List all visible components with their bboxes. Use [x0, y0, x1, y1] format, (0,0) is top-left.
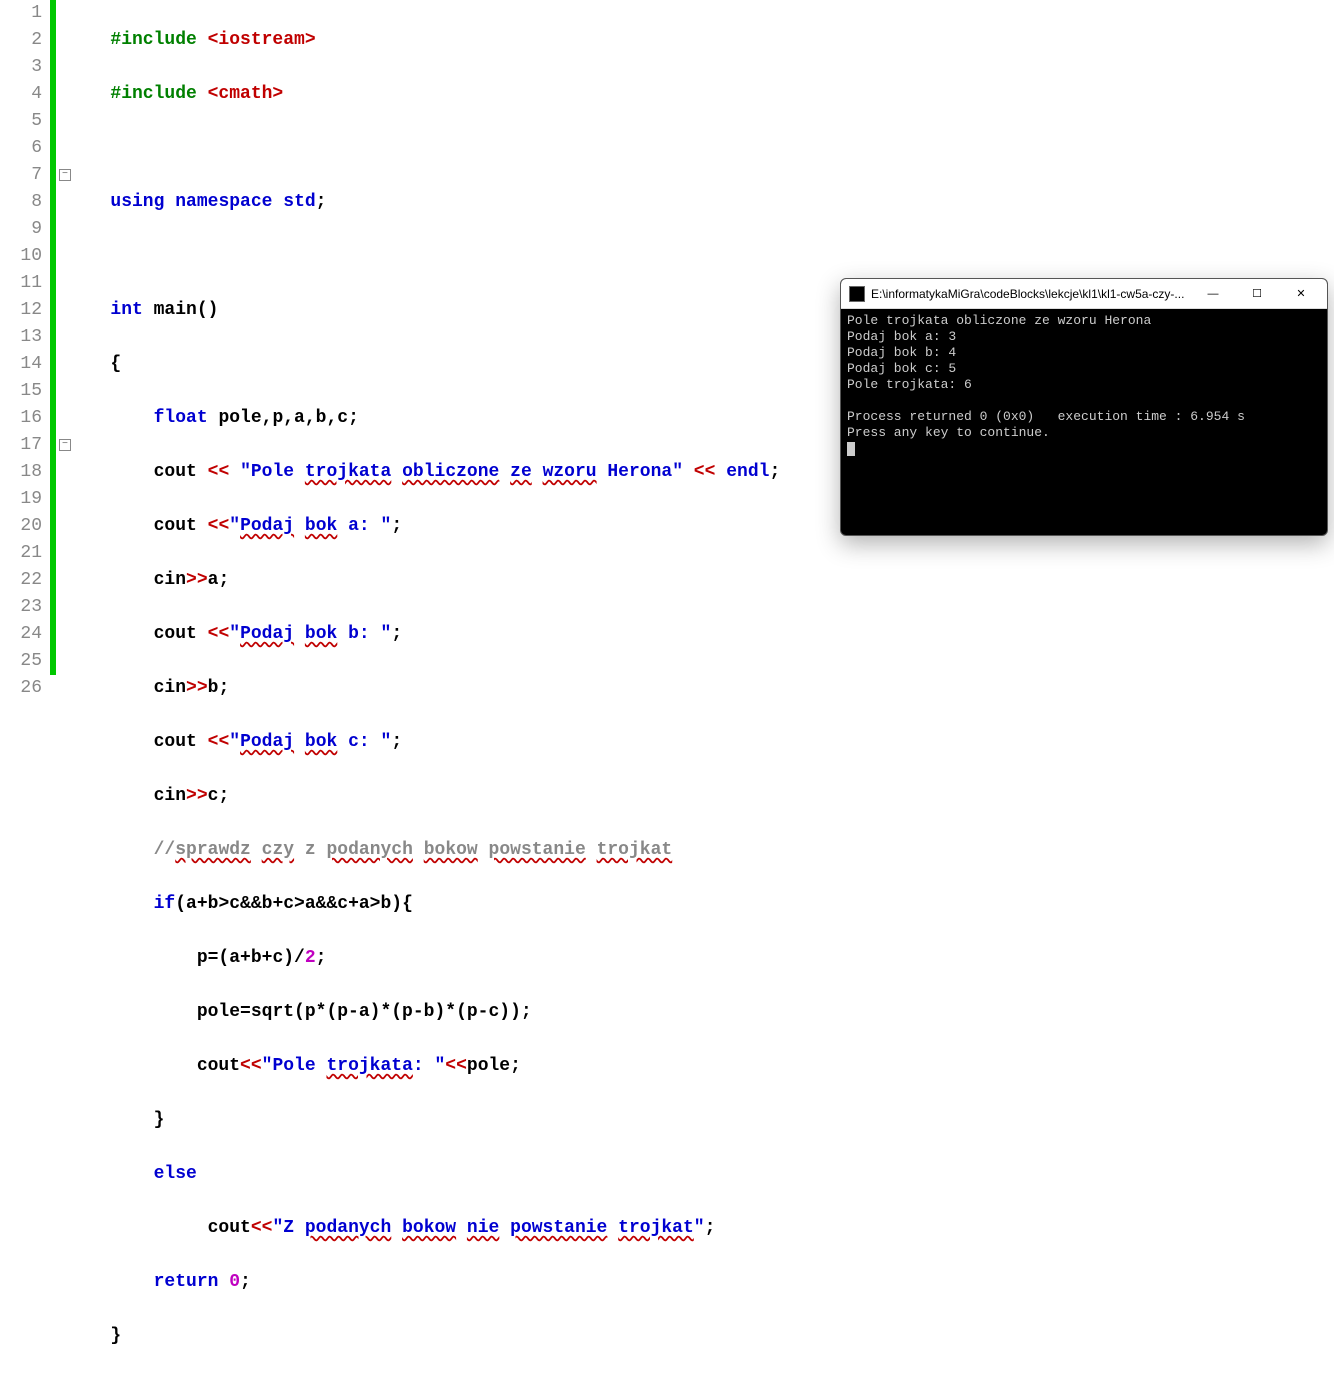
kw-using: using [110, 192, 164, 212]
console-output: Pole trojkata obliczone ze wzoru Herona … [841, 309, 1327, 461]
line-number: 13 [0, 324, 42, 351]
kw-float: float [154, 408, 208, 428]
line-number: 4 [0, 81, 42, 108]
line-number: 21 [0, 540, 42, 567]
line-number: 22 [0, 567, 42, 594]
line-number: 2 [0, 27, 42, 54]
maximize-button[interactable]: ☐ [1235, 280, 1279, 308]
line-number: 5 [0, 108, 42, 135]
line-number-gutter: 1234567891011121314151617181920212223242… [0, 0, 50, 696]
console-cursor [847, 442, 855, 456]
line-number: 8 [0, 189, 42, 216]
fold-column: −− [56, 0, 78, 696]
line-number: 10 [0, 243, 42, 270]
line-number: 14 [0, 351, 42, 378]
console-title: E:\informatykaMiGra\codeBlocks\lekcje\kl… [871, 287, 1191, 301]
kw-int: int [110, 300, 142, 320]
fold-toggle[interactable]: − [59, 169, 71, 181]
line-number: 16 [0, 405, 42, 432]
brace-open: { [110, 354, 121, 374]
close-button[interactable]: ✕ [1279, 280, 1323, 308]
line-number: 11 [0, 270, 42, 297]
line-number: 1 [0, 0, 42, 27]
preproc: #include [110, 84, 207, 104]
line-number: 20 [0, 513, 42, 540]
header: <iostream> [208, 30, 316, 50]
line-number: 17 [0, 432, 42, 459]
line-number: 6 [0, 135, 42, 162]
line-number: 3 [0, 54, 42, 81]
line-number: 7 [0, 162, 42, 189]
line-number: 26 [0, 675, 42, 702]
kw-namespace: namespace [175, 192, 272, 212]
console-icon [849, 286, 865, 302]
line-number: 9 [0, 216, 42, 243]
line-number: 23 [0, 594, 42, 621]
console-window[interactable]: E:\informatykaMiGra\codeBlocks\lekcje\kl… [840, 278, 1328, 536]
line-number: 15 [0, 378, 42, 405]
line-number: 25 [0, 648, 42, 675]
line-number: 12 [0, 297, 42, 324]
line-number: 19 [0, 486, 42, 513]
preproc: #include [110, 30, 207, 50]
fn-main: main [143, 300, 197, 320]
line-number: 24 [0, 621, 42, 648]
header: <cmath> [208, 84, 284, 104]
minimize-button[interactable]: — [1191, 280, 1235, 308]
console-titlebar[interactable]: E:\informatykaMiGra\codeBlocks\lekcje\kl… [841, 279, 1327, 309]
line-number: 18 [0, 459, 42, 486]
kw-std: std [283, 192, 315, 212]
fold-toggle[interactable]: − [59, 439, 71, 451]
brace-close: } [110, 1326, 121, 1346]
